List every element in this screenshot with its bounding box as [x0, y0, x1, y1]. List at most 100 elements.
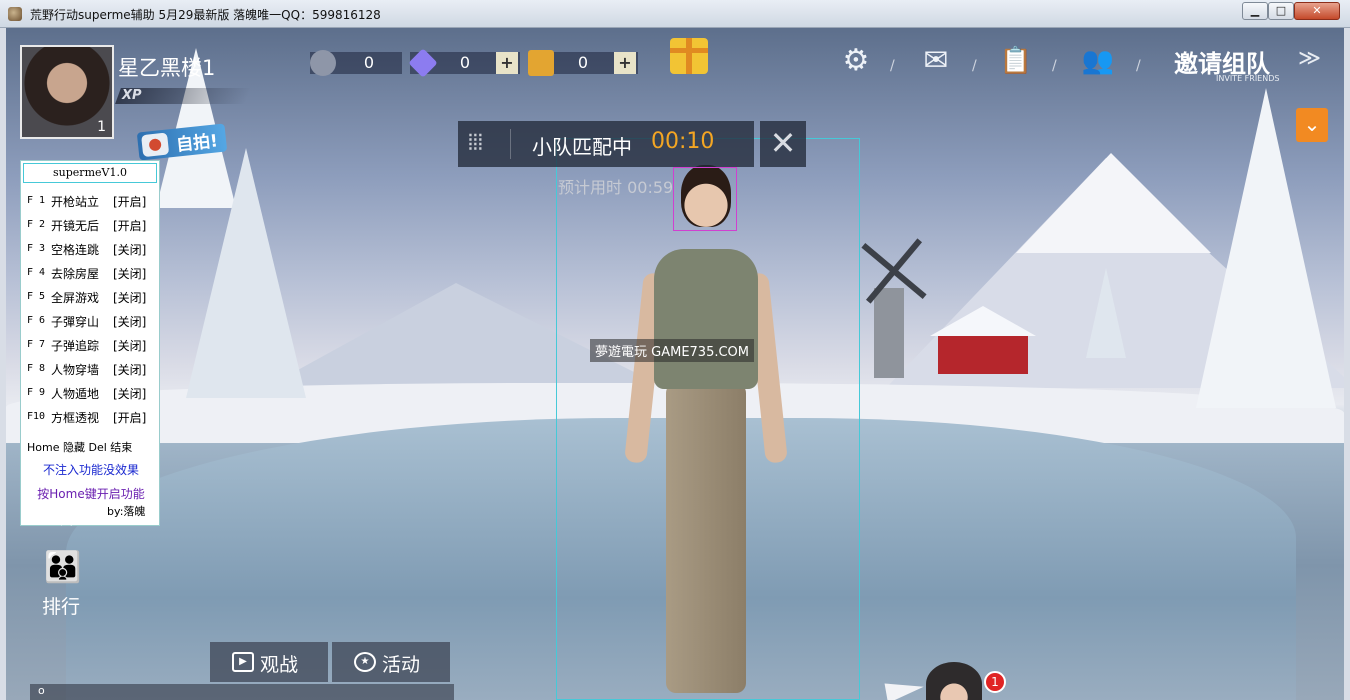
- add-ticket-button[interactable]: +: [614, 52, 636, 74]
- cheat-panel: supermeV1.0 F 1 开枪站立 [开启] F 2 开镜无后 [开启] …: [20, 160, 160, 526]
- matchmaking-banner: ⦙⦙⦙ 小队匹配中 00:10: [458, 121, 754, 167]
- cheat-option-row[interactable]: F10 方框透视 [开启]: [27, 407, 157, 429]
- app-icon: [8, 7, 22, 21]
- warehouse-button[interactable]: 仓库: [42, 504, 78, 530]
- option-state: [关闭]: [113, 267, 147, 281]
- avatar[interactable]: 1: [20, 45, 114, 139]
- player-level: 1: [97, 119, 106, 135]
- cheat-option-row[interactable]: F 1 开枪站立 [开启]: [27, 191, 157, 213]
- cheat-option-row[interactable]: F 3 空格连跳 [关闭]: [27, 239, 157, 261]
- player-name: 星乙黑楼1: [118, 56, 216, 80]
- friends-icon[interactable]: 👥: [1078, 44, 1118, 78]
- minimize-button[interactable]: ▁: [1242, 2, 1268, 20]
- cheat-option-row[interactable]: F 9 人物遁地 [关闭]: [27, 383, 157, 405]
- cheat-option-row[interactable]: F 6 子彈穿山 [关闭]: [27, 311, 157, 333]
- camera-icon: [141, 132, 170, 158]
- cheat-option-row[interactable]: F 8 人物穿墙 [关闭]: [27, 359, 157, 381]
- spectate-button[interactable]: ▶ 观战: [210, 642, 328, 682]
- tasks-icon[interactable]: 📋: [996, 44, 1036, 78]
- hotkey: F 1: [27, 195, 46, 206]
- option-name: 去除房屋: [51, 267, 100, 281]
- activity-button[interactable]: ★ 活动: [332, 642, 450, 682]
- invite-subtitle: INVITE FRIENDS: [1216, 74, 1280, 83]
- play-icon: ▶: [232, 652, 254, 672]
- settings-icon[interactable]: ⚙: [836, 44, 876, 78]
- ranking-icon[interactable]: 👪: [40, 550, 86, 590]
- coin-icon: [310, 50, 336, 76]
- hotkey: F 7: [27, 339, 46, 350]
- option-name: 子彈穿山: [51, 315, 100, 329]
- hotkey: F10: [27, 411, 46, 422]
- option-state: [关闭]: [113, 315, 147, 329]
- window-titlebar: 荒野行动superme辅助 5月29最新版 落魄唯一QQ：599816128 ▁…: [0, 0, 1350, 28]
- option-state: [关闭]: [113, 363, 147, 377]
- currency-ticket: 0 +: [528, 50, 638, 76]
- notification-badge: 1: [984, 671, 1006, 693]
- currency-diamond: 0 +: [408, 48, 520, 78]
- mail-icon[interactable]: ✉: [916, 44, 956, 78]
- separator: /: [1136, 58, 1141, 74]
- spectate-label: 观战: [260, 654, 299, 676]
- option-name: 子弹追踪: [51, 339, 100, 353]
- currency-coin: 0: [310, 50, 402, 76]
- matching-label: 小队匹配中: [532, 135, 632, 159]
- diamond-icon: [408, 48, 438, 78]
- cheat-option-row[interactable]: F 7 子弹追踪 [关闭]: [27, 335, 157, 357]
- watermark: 夢遊電玩 GAME735.COM: [590, 339, 755, 362]
- option-state: [关闭]: [113, 339, 147, 353]
- hotkey: F 3: [27, 243, 46, 254]
- chevron-down-icon[interactable]: ≫: [1298, 46, 1321, 71]
- hotkey-hint: Home 隐藏 Del 结束: [27, 441, 133, 454]
- separator: /: [972, 58, 977, 74]
- friend-avatar[interactable]: [926, 662, 982, 700]
- cheat-option-row[interactable]: F 4 去除房屋 [关闭]: [27, 263, 157, 285]
- home-note: 按Home键开启功能: [37, 487, 145, 501]
- separator: /: [890, 58, 895, 74]
- option-name: 全屏游戏: [51, 291, 100, 305]
- hotkey: F 8: [27, 363, 46, 374]
- currency-value: 0: [363, 53, 375, 72]
- game-scene: 夢遊電玩 GAME735.COM 1 星乙黑楼1 XP 自拍! 0 0 + 0 …: [6, 28, 1344, 700]
- expand-button[interactable]: ⌄: [1296, 108, 1328, 142]
- matching-timer: 00:10: [651, 129, 715, 154]
- gift-icon[interactable]: [670, 38, 708, 74]
- inject-note: 不注入功能没效果: [42, 463, 139, 477]
- estimated-time: 预计用时 00:59: [558, 178, 674, 197]
- activity-label: 活动: [382, 654, 421, 676]
- ranking-label[interactable]: 排行: [42, 592, 80, 619]
- chat-input[interactable]: o: [30, 684, 454, 700]
- option-name: 开枪站立: [51, 195, 100, 209]
- option-name: 人物遁地: [51, 387, 100, 401]
- maximize-button[interactable]: □: [1268, 2, 1294, 20]
- option-name: 方框透视: [51, 411, 100, 425]
- option-state: [开启]: [113, 195, 147, 209]
- ticket-icon: [528, 50, 554, 76]
- cheat-option-row[interactable]: F 2 开镜无后 [开启]: [27, 215, 157, 237]
- xp-label: XP: [122, 88, 142, 103]
- hotkey: F 9: [27, 387, 46, 398]
- windmill: [874, 288, 904, 378]
- currency-value: 0: [577, 53, 589, 72]
- cancel-match-button[interactable]: ✕: [760, 121, 806, 167]
- separator: /: [1052, 58, 1057, 74]
- author-credit: by:落魄: [107, 505, 146, 518]
- add-diamond-button[interactable]: +: [496, 52, 518, 74]
- window-title: 荒野行动superme辅助 5月29最新版 落魄唯一QQ：599816128: [30, 8, 381, 22]
- bullets-icon: ⦙⦙⦙: [468, 131, 483, 156]
- mountain-snowcap: [1016, 153, 1211, 253]
- snow-tree: [186, 148, 306, 398]
- selfie-label: 自拍!: [175, 131, 219, 156]
- close-button[interactable]: ✕: [1294, 2, 1340, 20]
- hotkey: F 2: [27, 219, 46, 230]
- red-house: [930, 306, 1036, 374]
- cheat-panel-title: supermeV1.0: [23, 163, 157, 183]
- option-state: [开启]: [113, 219, 147, 233]
- hotkey: F 5: [27, 291, 46, 302]
- option-state: [关闭]: [113, 387, 147, 401]
- option-name: 开镜无后: [51, 219, 100, 233]
- option-name: 人物穿墙: [51, 363, 100, 377]
- option-state: [关闭]: [113, 243, 147, 257]
- cheat-option-row[interactable]: F 5 全屏游戏 [关闭]: [27, 287, 157, 309]
- hotkey: F 4: [27, 267, 46, 278]
- currency-value: 0: [459, 53, 471, 72]
